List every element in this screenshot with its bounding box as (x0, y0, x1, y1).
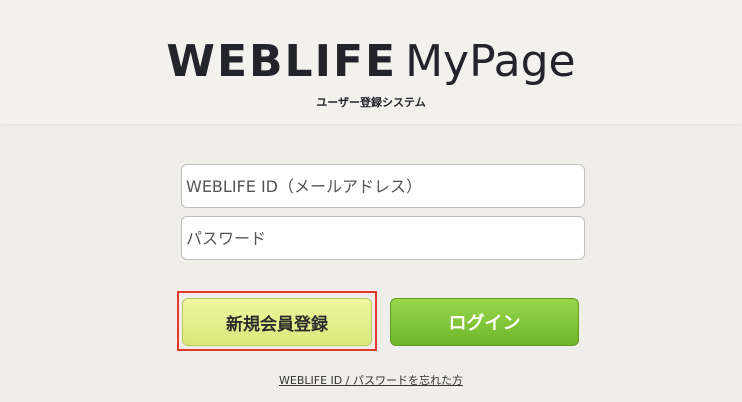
register-button-label: 新規会員登録 (226, 314, 328, 335)
logo: WEBLIFE MyPage (0, 36, 742, 87)
logo-weblife: WEBLIFE (166, 36, 398, 87)
login-button[interactable]: ログイン (390, 298, 579, 346)
register-button[interactable]: 新規会員登録 (182, 298, 372, 346)
login-button-label: ログイン (448, 313, 521, 334)
forgot-credentials-link[interactable]: WEBLIFE ID / パスワードを忘れた方 (0, 372, 742, 388)
page-subtitle: ユーザー登録システム (316, 96, 426, 109)
logo-mypage: MyPage (405, 36, 576, 87)
password-input[interactable] (181, 216, 585, 260)
weblife-id-input[interactable] (181, 164, 585, 208)
